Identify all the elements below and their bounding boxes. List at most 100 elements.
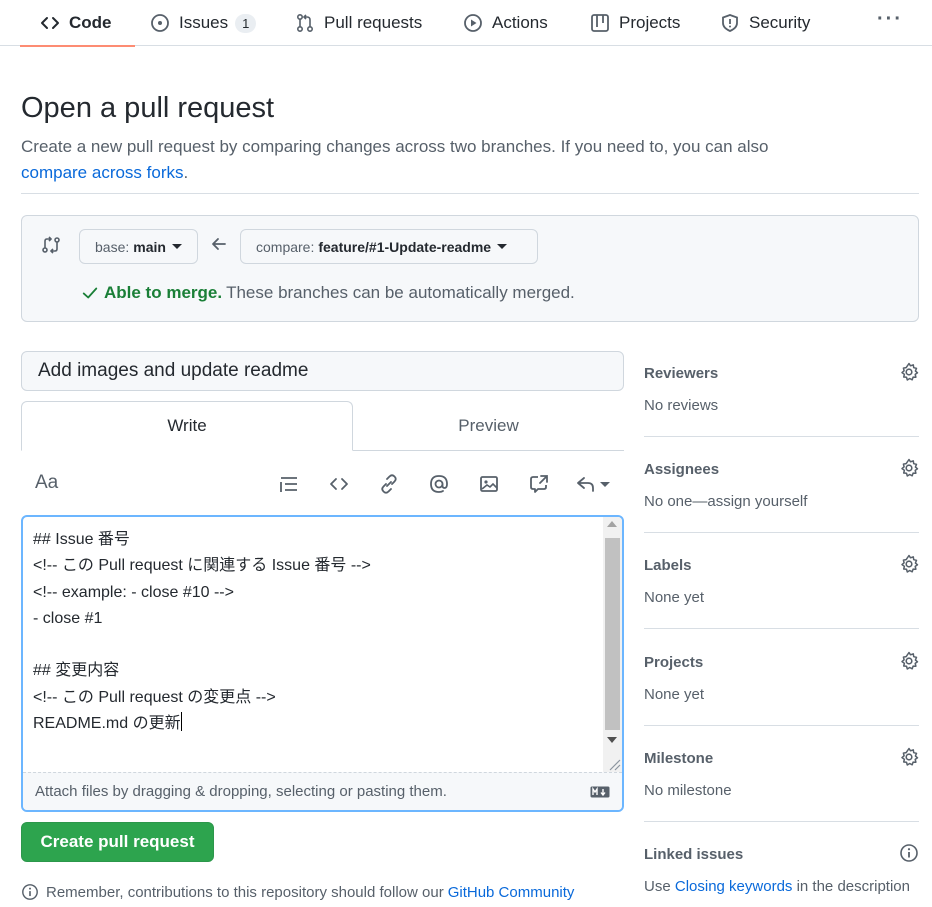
mention-icon xyxy=(430,475,448,493)
compare-branch-select[interactable]: compare: feature/#1-Update-readme xyxy=(240,229,538,264)
linked-issues-prefix: Use xyxy=(644,878,671,895)
tab-write[interactable]: Write xyxy=(21,401,353,451)
reviewers-heading: Reviewers xyxy=(644,365,719,382)
nav-actions-label: Actions xyxy=(492,13,548,32)
text-style-button[interactable]: Aa xyxy=(35,472,58,494)
able-to-merge-text: Able to merge. xyxy=(104,283,223,302)
tasklist-icon xyxy=(280,477,297,492)
file-attachment-bar[interactable]: Attach files by dragging & dropping, sel… xyxy=(23,772,622,810)
code-button[interactable] xyxy=(327,472,351,496)
nav-pull-requests-tab[interactable]: Pull requests xyxy=(295,0,422,46)
editor-scrollbar[interactable] xyxy=(603,517,622,772)
code-icon xyxy=(41,17,59,29)
code-icon xyxy=(330,478,348,490)
sidebar-assignees: Assignees No one—assign yourself xyxy=(644,458,919,510)
base-label: base: xyxy=(95,238,130,255)
subtitle-text: Create a new pull request by comparing c… xyxy=(21,137,769,156)
milestone-heading: Milestone xyxy=(644,750,714,767)
sidebar-divider xyxy=(644,725,919,726)
projects-heading: Projects xyxy=(644,654,704,671)
nav-issues-tab[interactable]: Issues 1 xyxy=(150,0,257,46)
header-divider xyxy=(21,193,919,194)
linked-issues-text: Use Closing keywords in the description xyxy=(644,878,919,895)
nav-security-tab[interactable]: Security xyxy=(720,0,810,46)
sidebar-divider xyxy=(644,532,919,533)
markdown-icon xyxy=(590,786,610,798)
gear-icon[interactable] xyxy=(899,747,919,767)
nav-issues-label: Issues xyxy=(179,13,229,32)
scroll-up-arrow-icon[interactable] xyxy=(607,521,617,527)
assignees-value[interactable]: No one—assign yourself xyxy=(644,493,919,510)
cross-reference-button[interactable] xyxy=(527,472,551,496)
more-menu-button[interactable]: ··· xyxy=(877,8,903,31)
nav-projects-tab[interactable]: Projects xyxy=(590,0,680,46)
gear-icon[interactable] xyxy=(899,651,919,671)
compare-branch-name: feature/#1-Update-readme xyxy=(318,238,492,255)
nav-projects-label: Projects xyxy=(619,13,681,32)
issues-counter: 1 xyxy=(235,13,257,33)
projects-value: None yet xyxy=(644,686,705,703)
task-list-button[interactable] xyxy=(277,472,301,496)
play-icon xyxy=(464,14,482,32)
create-pull-request-button[interactable]: Create pull request xyxy=(21,822,214,862)
contribution-notice: Remember, contributions to this reposito… xyxy=(21,883,574,901)
assignees-heading: Assignees xyxy=(644,461,720,478)
base-branch-name: main xyxy=(133,238,166,255)
gear-icon[interactable] xyxy=(899,362,919,382)
git-compare-icon xyxy=(42,236,60,254)
gear-icon[interactable] xyxy=(899,458,919,478)
tab-preview[interactable]: Preview xyxy=(353,401,624,451)
compare-range-box: base: main compare: feature/#1-Update-re… xyxy=(21,215,919,322)
reply-icon xyxy=(576,477,594,492)
nav-security-label: Security xyxy=(749,13,811,32)
page-subtitle: Create a new pull request by comparing c… xyxy=(21,134,821,186)
github-community-link[interactable]: GitHub Community xyxy=(448,884,575,901)
reviewers-value: No reviews xyxy=(644,397,719,414)
image-button[interactable] xyxy=(477,472,501,496)
sidebar-milestone: Milestone No milestone xyxy=(644,747,919,799)
page-title: Open a pull request xyxy=(21,92,275,124)
image-icon xyxy=(480,476,498,492)
nav-actions-tab[interactable]: Actions xyxy=(463,0,548,46)
chevron-down-icon xyxy=(171,244,182,249)
subtitle-period: . xyxy=(183,163,189,182)
info-icon[interactable] xyxy=(899,843,919,863)
scroll-thumb[interactable] xyxy=(605,538,620,730)
resize-grip-icon xyxy=(609,759,621,771)
attach-hint-text: Attach files by dragging & dropping, sel… xyxy=(35,783,447,800)
base-branch-select[interactable]: base: main xyxy=(79,229,198,264)
shield-icon xyxy=(722,14,738,32)
chevron-down-icon xyxy=(497,244,508,249)
sidebar-divider xyxy=(644,821,919,822)
saved-replies-button[interactable] xyxy=(573,472,611,496)
closing-keywords-link[interactable]: Closing keywords xyxy=(675,878,793,895)
link-icon xyxy=(381,474,397,494)
nav-code-tab[interactable]: Code xyxy=(20,0,134,47)
gear-icon[interactable] xyxy=(899,554,919,574)
issue-opened-icon xyxy=(151,14,169,32)
resize-handle[interactable] xyxy=(603,753,622,772)
sidebar-reviewers: Reviewers No reviews xyxy=(644,362,919,414)
mention-button[interactable] xyxy=(427,472,451,496)
arrow-left-icon xyxy=(212,238,226,250)
compare-across-forks-link[interactable]: compare across forks xyxy=(21,163,184,182)
pr-body-textarea[interactable]: ## Issue 番号 <!-- この Pull request に関連する I… xyxy=(33,527,593,737)
git-pull-request-icon xyxy=(296,13,314,33)
compare-label: compare: xyxy=(256,238,315,255)
merge-status: Able to merge. These branches can be aut… xyxy=(81,283,575,303)
labels-value: None yet xyxy=(644,589,705,606)
labels-heading: Labels xyxy=(644,557,692,574)
merge-description: These branches can be automatically merg… xyxy=(226,283,575,302)
chevron-down-icon xyxy=(599,481,610,487)
sidebar-divider xyxy=(644,436,919,437)
link-button[interactable] xyxy=(377,472,401,496)
sidebar-labels: Labels None yet xyxy=(644,554,919,606)
linked-issues-suffix: in the description xyxy=(796,878,910,895)
milestone-value: No milestone xyxy=(644,782,732,799)
pr-body-editor[interactable]: ## Issue 番号 <!-- この Pull request に関連する I… xyxy=(21,515,624,812)
pr-title-input[interactable] xyxy=(21,351,624,391)
sidebar-linked-issues: Linked issues Use Closing keywords in th… xyxy=(644,843,919,895)
scroll-down-arrow-icon[interactable] xyxy=(607,737,617,743)
nav-pull-requests-label: Pull requests xyxy=(324,13,423,32)
text-cursor xyxy=(180,712,182,732)
